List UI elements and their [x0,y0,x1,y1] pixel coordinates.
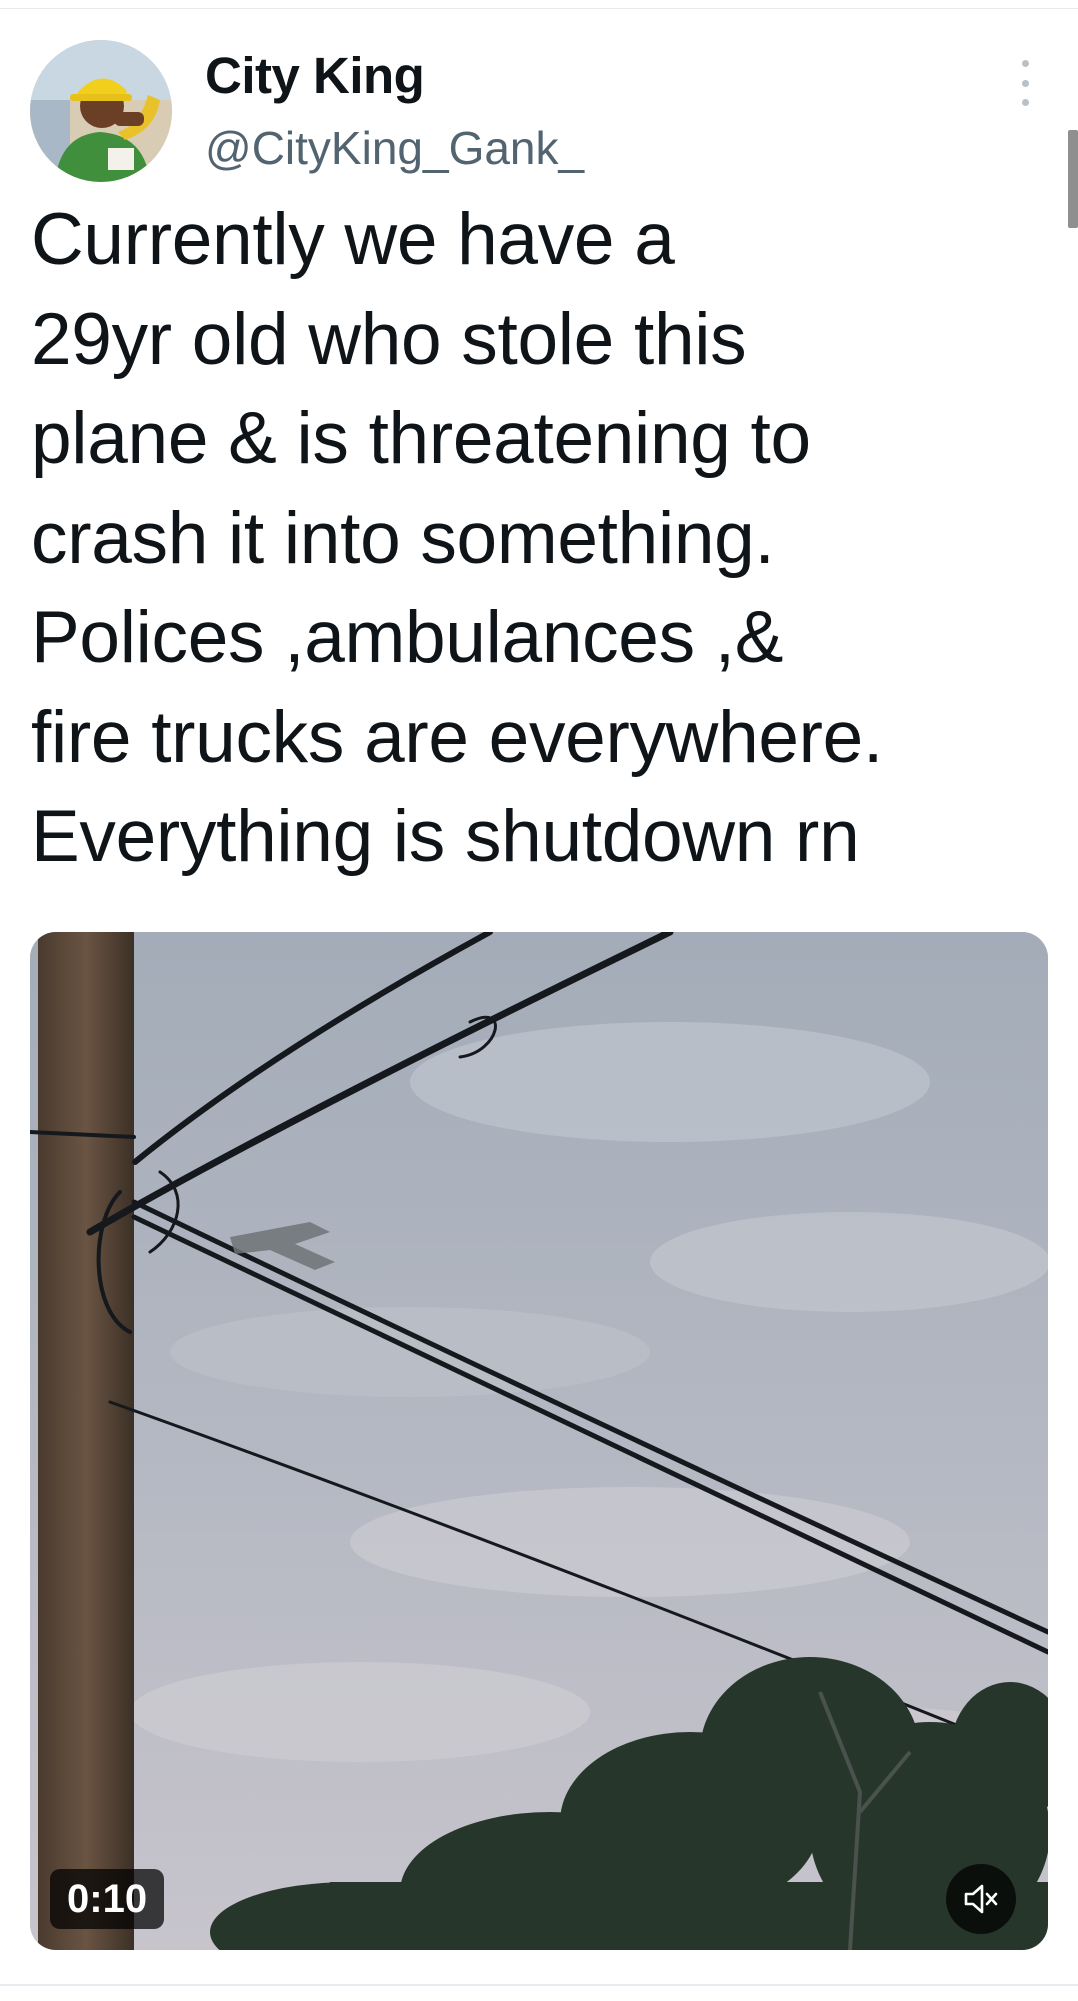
top-divider [0,8,1078,9]
avatar[interactable] [30,40,172,182]
tweet-text-line: 29yr old who stole this [31,298,747,380]
avatar-image [30,40,172,182]
tweet-text-line: fire trucks are everywhere. [31,696,883,778]
tweet-text-line: Polices ,ambulances ,& [31,597,784,678]
handle[interactable]: @CityKing_Gank_ [205,120,584,176]
video-frame [30,932,1048,1950]
display-name[interactable]: City King [205,46,425,106]
more-options-icon-dot [1021,79,1029,87]
tweet-text: Currently we have a 29yr old who stole t… [31,190,1041,887]
mute-button[interactable] [946,1864,1016,1934]
scrollbar-thumb[interactable] [1068,130,1078,228]
tweet-text-line: Currently we have a [31,199,675,280]
tweet-text-line: plane & is threatening to [31,398,811,479]
video-duration-badge: 0:10 [50,1869,165,1929]
more-options-icon [1021,60,1029,67]
tweet-text-line: Everything is shutdown rn [31,796,860,877]
speaker-muted-icon [964,1884,998,1914]
tweet-text-line: crash it into something. [31,497,775,579]
more-options-icon-dot [1021,99,1029,106]
video-player[interactable]: 0:10 [30,932,1048,1950]
more-options-button[interactable] [1010,60,1040,106]
bottom-divider [0,1984,1078,1986]
